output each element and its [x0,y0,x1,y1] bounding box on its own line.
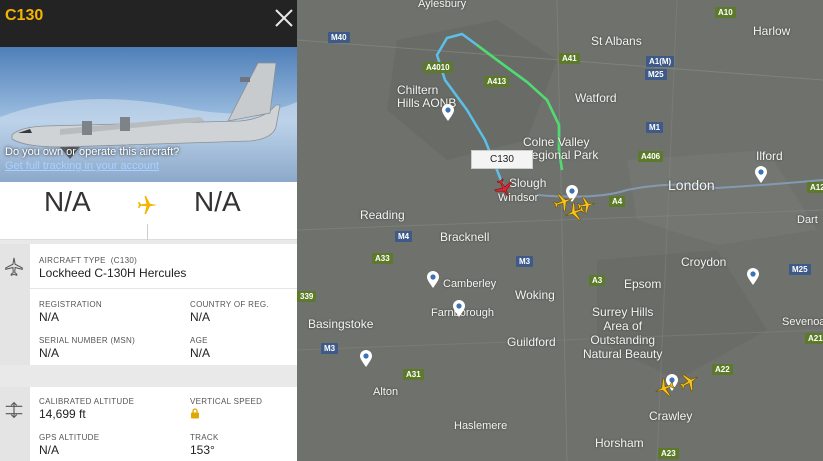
track-label: TRACK [190,433,219,442]
age-value: N/A [190,346,211,360]
road-a3: A3 [589,275,606,286]
road-a406: A406 [638,151,664,162]
map-view[interactable]: Aylesbury Harlow St Albans Chiltern Hill… [297,0,823,461]
road-a413: A413 [484,76,510,87]
aircraft-icon[interactable] [677,370,701,394]
road-m40: M40 [328,32,350,43]
place-sevenoaks: Sevenoa [782,316,823,328]
vertical-speed-label: VERTICAL SPEED [190,397,263,406]
place-ilford: Ilford [756,149,783,163]
place-colne-valley: Colne Valley Regional Park [523,135,599,162]
airport-pin-icon[interactable] [452,300,466,318]
registration-value: N/A [39,310,60,324]
flight-tracker: Aylesbury Harlow St Albans Chiltern Hill… [0,0,823,461]
road-m3-north: M3 [516,256,534,267]
road-a22: A22 [712,364,733,375]
aircraft-info-panel: C130 Do you own or operate this aircraft… [0,0,297,461]
lock-icon[interactable] [190,408,200,419]
road-a23: A23 [658,448,679,459]
place-watford: Watford [575,91,617,105]
road-a33: A33 [372,253,393,264]
registration-label: REGISTRATION [39,300,103,309]
cta-question: Do you own or operate this aircraft? [5,146,180,158]
airport-pin-icon[interactable] [359,350,373,368]
airport-pin-icon[interactable] [746,268,760,286]
age-label: AGE [190,336,208,345]
road-a1m: A1(M) [646,56,675,67]
aircraft-section-sidebar [0,244,30,365]
road-a4010: A4010 [423,62,453,73]
selected-aircraft-icon[interactable] [492,176,516,200]
aircraft-icon[interactable] [575,194,597,216]
route-section: N/A N/A [0,182,297,240]
place-surrey-hills: Surrey Hills Area of Outstanding Natural… [583,305,663,361]
place-guildford: Guildford [507,335,556,349]
place-basingstoke: Basingstoke [308,317,374,331]
place-st-albans: St Albans [591,34,642,48]
road-a339: 339 [297,291,317,302]
aircraft-photo[interactable]: Do you own or operate this aircraft? Get… [0,47,297,182]
flight-data-section: CALIBRATED ALTITUDE 14,699 ft VERTICAL S… [0,387,297,461]
place-croydon: Croydon [681,255,727,269]
road-a10: A10 [715,7,736,18]
road-a21: A21 [805,333,823,344]
close-icon[interactable] [271,5,297,31]
road-m25-north: M25 [645,69,667,80]
airport-pin-icon[interactable] [441,104,455,122]
road-a12: A12 [807,182,823,193]
airport-pin-icon[interactable] [754,166,768,184]
calibrated-altitude-label: CALIBRATED ALTITUDE [39,397,135,406]
calibrated-altitude-value: 14,699 ft [39,407,86,421]
place-dart: Dart [797,214,818,226]
route-divider [147,224,148,240]
route-plane-badge [128,186,166,224]
road-m4: M4 [395,231,413,242]
place-london: London [668,177,715,193]
map-aircraft-label[interactable]: C130 [471,150,533,169]
road-a31: A31 [403,369,424,380]
road-m25-south: M25 [789,264,811,275]
road-m1: M1 [646,122,664,133]
place-reading: Reading [360,208,405,222]
place-haslemere: Haslemere [454,420,508,432]
serial-label: SERIAL NUMBER (MSN) [39,336,136,345]
place-camberley: Camberley [443,278,497,290]
origin-code[interactable]: N/A [44,186,91,218]
place-bracknell: Bracknell [440,230,490,244]
track-value: 153° [190,443,215,457]
airplane-icon [5,257,23,276]
country-label: COUNTRY OF REG. [190,300,269,309]
panel-header: C130 [0,0,297,47]
aircraft-icon[interactable] [653,376,677,400]
destination-code[interactable]: N/A [194,186,241,218]
altitude-icon [5,401,23,419]
callsign-title: C130 [5,7,44,24]
place-harlow: Harlow [753,24,791,38]
full-tracking-link[interactable]: Get full tracking in your account [5,160,159,172]
country-value: N/A [190,310,211,324]
aircraft-type-value[interactable]: Lockheed C-130H Hercules [39,266,186,280]
serial-value: N/A [39,346,60,360]
aircraft-type-label: AIRCRAFT TYPE (C130) [39,256,138,265]
place-epsom: Epsom [624,277,662,291]
place-crawley: Crawley [649,409,693,423]
road-a4: A4 [609,196,626,207]
gps-altitude-label: GPS ALTITUDE [39,433,100,442]
place-woking: Woking [515,288,555,302]
route-plane-icon [138,196,157,214]
aircraft-details-section: AIRCRAFT TYPE (C130) Lockheed C-130H Her… [0,244,297,365]
place-horsham: Horsham [595,436,644,450]
flight-section-sidebar [0,387,30,461]
road-a41: A41 [559,53,580,64]
place-aylesbury: Aylesbury [418,0,467,10]
road-m3-south: M3 [321,343,339,354]
airport-pin-icon[interactable] [426,271,440,289]
place-alton: Alton [373,386,399,398]
gps-altitude-value: N/A [39,443,60,457]
